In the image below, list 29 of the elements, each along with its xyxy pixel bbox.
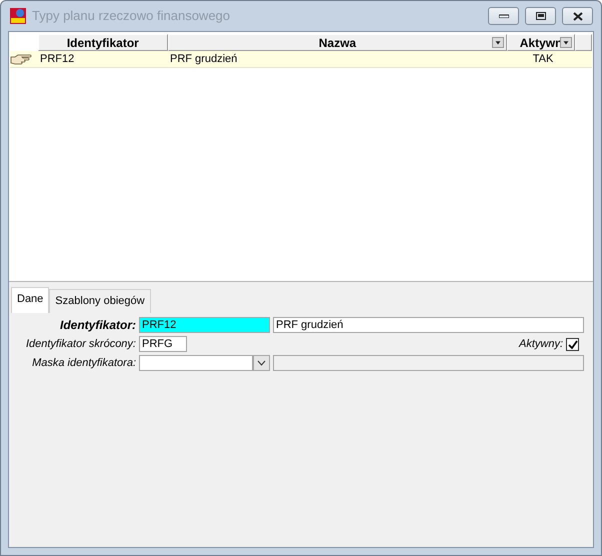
table-cell-text: PRF12: [39, 52, 76, 67]
maximize-icon: [536, 12, 546, 20]
field-label: Maska identyfikatora:: [31, 356, 136, 371]
column-header[interactable]: Nazwa: [168, 34, 508, 51]
window-title: Typy planu rzeczowo finansowego: [32, 7, 232, 26]
minimize-icon: [498, 14, 508, 18]
chevron-down-icon[interactable]: [253, 355, 270, 371]
field-label: Aktywny:: [518, 336, 563, 352]
input-field[interactable]: PRF grudzień: [273, 317, 584, 333]
dropdown-icon[interactable]: [560, 37, 572, 48]
app-icon: [10, 8, 26, 24]
close-button[interactable]: [562, 7, 593, 25]
checkbox[interactable]: [566, 338, 579, 350]
pointing-hand-icon: [10, 52, 34, 65]
table-row[interactable]: PRF12 PRF grudzień TAK: [10, 51, 592, 68]
dropdown-field[interactable]: [139, 355, 270, 371]
tab[interactable]: Dane: [11, 287, 50, 312]
maximize-button[interactable]: [525, 7, 556, 25]
column-header[interactable]: Identyfikator: [38, 34, 168, 51]
close-icon: [572, 12, 582, 20]
field-label: Identyfikator skrócony:: [24, 336, 136, 352]
table-cell-text: PRF grudzień: [169, 52, 238, 67]
field-label: Identyfikator:: [58, 317, 136, 334]
input-field[interactable]: PRF12: [139, 317, 270, 333]
minimize-button[interactable]: [488, 7, 519, 25]
input-field[interactable]: PRFG: [139, 336, 187, 352]
dropdown-icon[interactable]: [492, 37, 504, 48]
tab[interactable]: Szablony obiegów: [49, 289, 151, 312]
table-cell-text: TAK: [532, 52, 554, 67]
